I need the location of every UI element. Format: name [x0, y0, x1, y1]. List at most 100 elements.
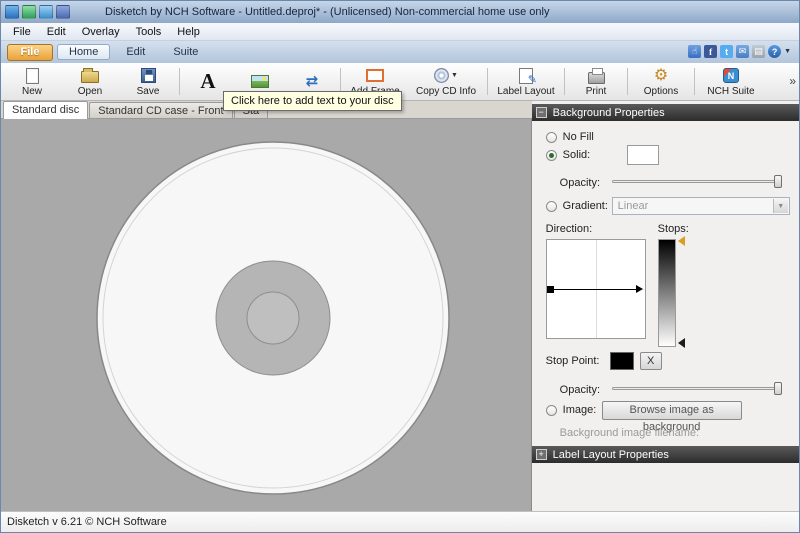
- browse-image-button[interactable]: Browse image as background: [601, 401, 742, 433]
- nch-suite-button[interactable]: N NCH Suite: [697, 64, 765, 99]
- expand-icon[interactable]: +: [535, 449, 547, 460]
- no-fill-label: No Fill: [562, 131, 594, 143]
- gradient-radio[interactable]: [545, 200, 557, 212]
- email-icon[interactable]: ✉: [736, 45, 750, 58]
- opacity2-label-row: Opacity:: [560, 384, 600, 396]
- copy-cd-dropdown-icon[interactable]: ▼: [451, 72, 458, 79]
- like-icon[interactable]: ☝: [688, 45, 702, 58]
- window-title: Disketch by NCH Software - Untitled.depr…: [105, 6, 550, 18]
- frame-icon: [366, 69, 384, 82]
- new-button[interactable]: New: [3, 64, 61, 99]
- stops-label: Stops:: [657, 223, 689, 235]
- stop-color-swatch[interactable]: [609, 352, 634, 370]
- app-icon[interactable]: [5, 5, 19, 19]
- toolbar-separator: [487, 68, 488, 95]
- menu-help[interactable]: Help: [169, 24, 208, 40]
- toolbar-separator: [564, 68, 565, 95]
- help-icon[interactable]: ?: [768, 45, 782, 58]
- options-tools-icon: ⚙: [653, 67, 669, 84]
- gradient-stops-bar[interactable]: [657, 239, 676, 347]
- delete-stop-button[interactable]: X: [639, 352, 662, 370]
- print-share-icon[interactable]: ▤: [752, 45, 766, 58]
- gradient-type-select[interactable]: Linear ▼: [611, 197, 790, 215]
- save-button[interactable]: Save: [119, 64, 177, 99]
- menu-edit[interactable]: Edit: [39, 24, 74, 40]
- slider-track[interactable]: [611, 180, 782, 183]
- image-row: Image:: [545, 404, 596, 416]
- ribbon-tab-row: File Home Edit Suite ☝ f t ✉ ▤ ? ▼: [1, 41, 799, 63]
- background-properties-header[interactable]: − Background Properties: [531, 104, 799, 121]
- add-image-icon: [251, 74, 269, 88]
- label-layout-properties-title: Label Layout Properties: [552, 448, 669, 461]
- twitter-icon[interactable]: t: [720, 45, 734, 58]
- swap-arrows-icon: ⇄: [305, 72, 319, 90]
- design-canvas[interactable]: [1, 119, 532, 511]
- file-menu-button[interactable]: File: [7, 43, 53, 61]
- gradient-direction-widget[interactable]: [545, 239, 646, 339]
- statusbar-text: Disketch v 6.21 © NCH Software: [7, 516, 167, 528]
- solid-label: Solid:: [562, 149, 591, 161]
- tab-home[interactable]: Home: [57, 44, 111, 60]
- direction-label-row: Direction:: [546, 223, 592, 235]
- cd-disc-icon: [434, 68, 450, 83]
- titlebar-icon-2[interactable]: [22, 5, 36, 19]
- tab-suite[interactable]: Suite: [161, 44, 210, 60]
- facebook-icon[interactable]: f: [704, 45, 718, 58]
- copy-cd-info-button[interactable]: ▼ Copy CD Info: [407, 64, 485, 99]
- slider-thumb[interactable]: [773, 175, 782, 188]
- menu-tools[interactable]: Tools: [128, 24, 170, 40]
- toolbar-separator: [627, 68, 628, 95]
- content-area: Standard disc Standard CD case - Front S…: [1, 101, 799, 511]
- solid-color-swatch[interactable]: [626, 145, 659, 165]
- gradient-label: Gradient:: [562, 200, 608, 212]
- stops-label-row: Stops:: [658, 223, 689, 235]
- printer-icon: [587, 68, 605, 84]
- menubar: File Edit Overlay Tools Help: [1, 23, 799, 41]
- editor-column: Standard disc Standard CD case - Front S…: [1, 101, 532, 511]
- direction-label: Direction:: [545, 223, 593, 235]
- nch-suite-icon: N: [723, 68, 739, 83]
- background-properties-title: Background Properties: [552, 106, 665, 119]
- menu-overlay[interactable]: Overlay: [74, 24, 128, 40]
- options-button[interactable]: ⚙ Options: [630, 64, 692, 99]
- label-layout-button[interactable]: ✎ Label Layout: [490, 64, 562, 99]
- open-button[interactable]: Open: [61, 64, 119, 99]
- slider-thumb[interactable]: [773, 382, 782, 395]
- titlebar: Disketch by NCH Software - Untitled.depr…: [1, 1, 799, 23]
- titlebar-icon-4[interactable]: [56, 5, 70, 19]
- tooltip: Click here to add text to your disc: [223, 91, 402, 111]
- doc-tab-standard-disc[interactable]: Standard disc: [3, 101, 89, 119]
- titlebar-icon-3[interactable]: [39, 5, 53, 19]
- help-dropdown-icon[interactable]: ▼: [784, 48, 791, 55]
- collapse-icon[interactable]: −: [535, 107, 547, 118]
- label-layout-properties-header[interactable]: + Label Layout Properties: [531, 446, 799, 463]
- no-fill-row: No Fill: [545, 131, 594, 143]
- stop-opacity-label: Opacity:: [559, 384, 601, 396]
- disc-preview[interactable]: [1, 119, 532, 511]
- toolbar-separator: [179, 68, 180, 95]
- opacity-label: Opacity:: [559, 177, 601, 189]
- tab-edit[interactable]: Edit: [114, 44, 157, 60]
- toolbar-overflow-button[interactable]: »: [789, 74, 796, 88]
- select-dropdown-icon[interactable]: ▼: [772, 199, 788, 213]
- print-button[interactable]: Print: [567, 64, 625, 99]
- app-window: Disketch by NCH Software - Untitled.depr…: [0, 0, 800, 533]
- disc-hole: [246, 291, 300, 345]
- stop-point-label: Stop Point:: [545, 355, 600, 367]
- solid-opacity-slider[interactable]: [611, 175, 782, 188]
- solid-radio[interactable]: [545, 149, 557, 161]
- gradient-stop-marker-top[interactable]: [677, 236, 685, 246]
- gradient-row: Gradient:: [545, 200, 608, 212]
- open-folder-icon: [81, 68, 99, 83]
- no-fill-radio[interactable]: [545, 131, 557, 143]
- gradient-type-value: Linear: [617, 200, 649, 212]
- slider-track[interactable]: [611, 387, 782, 390]
- label-layout-icon: ✎: [519, 67, 537, 86]
- doc-tab-cd-case-front[interactable]: Standard CD case - Front: [89, 102, 233, 118]
- image-radio[interactable]: [545, 404, 557, 416]
- direction-handle[interactable]: [546, 286, 554, 293]
- add-text-icon: A: [200, 68, 216, 93]
- gradient-stop-marker-bottom[interactable]: [677, 338, 685, 348]
- menu-file[interactable]: File: [5, 24, 39, 40]
- stop-opacity-slider[interactable]: [611, 382, 782, 395]
